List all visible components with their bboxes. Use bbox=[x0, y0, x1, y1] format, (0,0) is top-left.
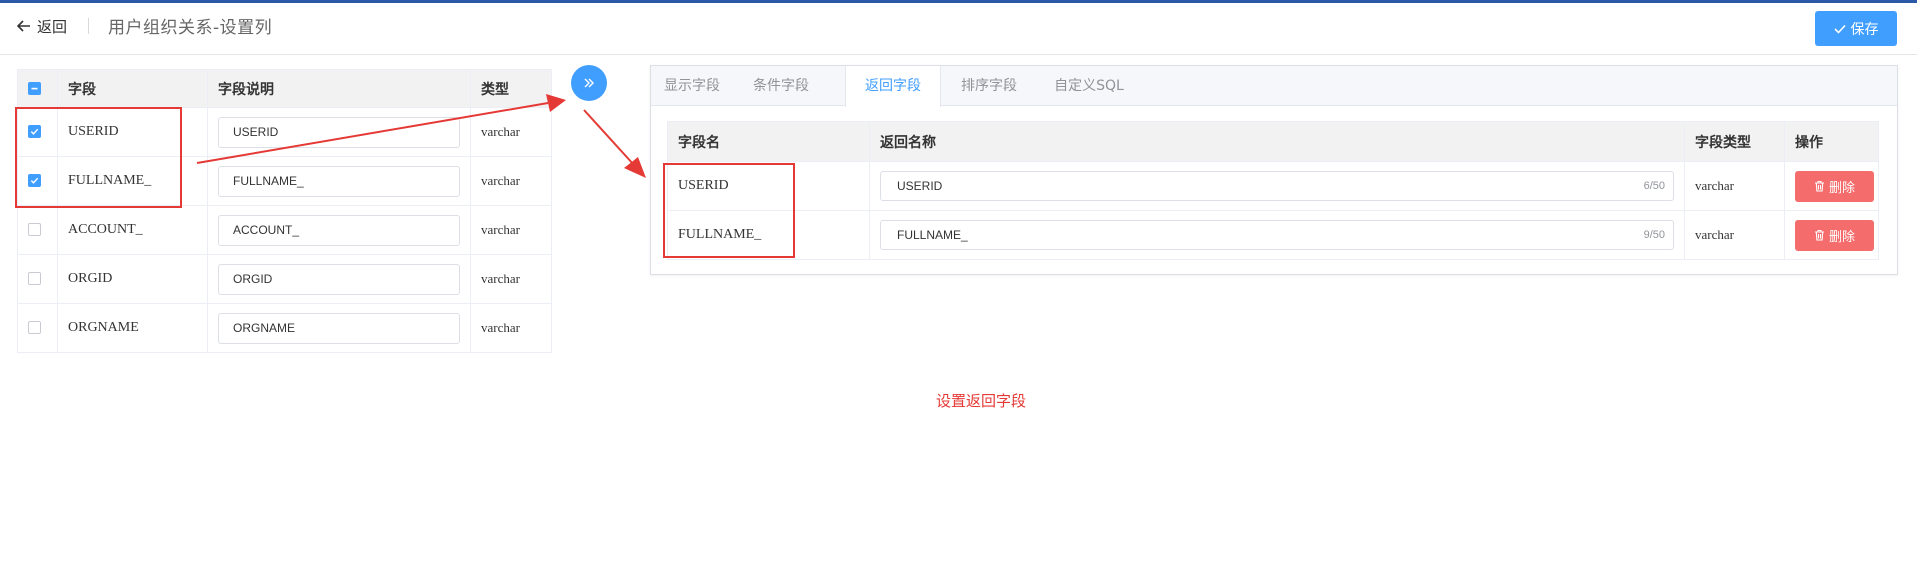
annotation-caption: 设置返回字段 bbox=[936, 392, 1027, 410]
annotation-arrows bbox=[196, 94, 646, 178]
arrow-head bbox=[546, 94, 566, 112]
arrow-to-transfer bbox=[196, 102, 549, 164]
arrow-to-return-fields bbox=[583, 109, 635, 166]
arrow-head bbox=[624, 157, 646, 178]
